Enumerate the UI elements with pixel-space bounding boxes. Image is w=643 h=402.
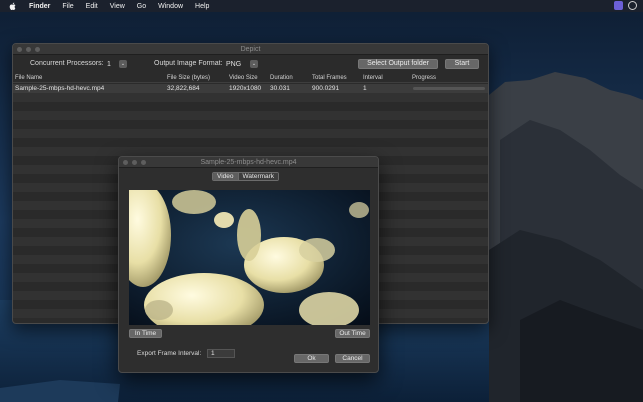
- minimize-window-icon[interactable]: [26, 47, 31, 52]
- out-time-button[interactable]: Out Time: [335, 329, 370, 338]
- column-header[interactable]: Total Frames: [312, 75, 347, 81]
- export-interval-label: Export Frame Interval:: [137, 350, 202, 357]
- column-header[interactable]: Duration: [270, 75, 293, 81]
- column-header[interactable]: Interval: [363, 75, 383, 81]
- close-window-icon[interactable]: [123, 160, 128, 165]
- minimize-window-icon[interactable]: [132, 160, 137, 165]
- table-row[interactable]: Sample-25-mbps-hd-hevc.mp4 32,822,684 19…: [13, 84, 488, 93]
- processors-popup[interactable]: 1 ⌄: [105, 59, 127, 69]
- menu-bar: Finder File Edit View Go Window Help: [0, 0, 643, 12]
- close-window-icon[interactable]: [17, 47, 22, 52]
- format-value: PNG: [226, 60, 242, 68]
- cell-file-name: Sample-25-mbps-hd-hevc.mp4: [15, 85, 105, 92]
- processors-label: Concurrent Processors:: [30, 60, 104, 67]
- column-header[interactable]: File Size (bytes): [167, 75, 210, 81]
- progress-bar: [413, 87, 485, 90]
- zoom-window-icon[interactable]: [35, 47, 40, 52]
- start-button[interactable]: Start: [445, 59, 479, 69]
- window-title: Depict: [240, 46, 261, 53]
- select-output-folder-button[interactable]: Select Output folder: [358, 59, 438, 69]
- menu-window[interactable]: Window: [158, 3, 183, 10]
- ok-button[interactable]: Ok: [294, 354, 329, 363]
- in-time-button[interactable]: In Time: [129, 329, 162, 338]
- sidebar-icon[interactable]: [614, 1, 623, 10]
- cell-total-frames: 900.0291: [312, 85, 340, 92]
- preview-dialog: Sample-25-mbps-hd-hevc.mp4 Video Waterma…: [118, 156, 379, 373]
- processors-value: 1: [107, 60, 111, 68]
- chevron-updown-icon: ⌄: [250, 60, 258, 68]
- apple-icon[interactable]: [9, 2, 17, 11]
- video-preview: [129, 190, 370, 325]
- menu-edit[interactable]: Edit: [86, 3, 98, 10]
- menu-view[interactable]: View: [110, 3, 125, 10]
- zoom-window-icon[interactable]: [141, 160, 146, 165]
- menu-help[interactable]: Help: [195, 3, 209, 10]
- format-popup[interactable]: PNG ⌄: [224, 59, 260, 69]
- export-interval-field[interactable]: 1: [207, 349, 235, 358]
- cell-file-size: 32,822,684: [167, 85, 200, 92]
- cell-duration: 30.031: [270, 85, 290, 92]
- menu-file[interactable]: File: [62, 3, 73, 10]
- cc-icon[interactable]: [628, 1, 637, 10]
- chevron-updown-icon: ⌄: [119, 60, 127, 68]
- format-label: Output Image Format:: [154, 60, 223, 67]
- column-header[interactable]: Progress: [412, 75, 436, 81]
- dialog-titlebar[interactable]: Sample-25-mbps-hd-hevc.mp4: [119, 157, 378, 168]
- tab-control: Video Watermark: [212, 172, 280, 181]
- dialog-title: Sample-25-mbps-hd-hevc.mp4: [200, 159, 297, 166]
- toolbar: Concurrent Processors: 1 ⌄ Output Image …: [13, 55, 488, 74]
- table-header: File Name File Size (bytes) Video Size D…: [13, 74, 488, 83]
- tab-watermark[interactable]: Watermark: [237, 173, 279, 180]
- cancel-button[interactable]: Cancel: [335, 354, 370, 363]
- column-header[interactable]: Video Size: [229, 75, 258, 81]
- main-window-titlebar[interactable]: Depict: [13, 44, 488, 55]
- cell-video-size: 1920x1080: [229, 85, 262, 92]
- column-header[interactable]: File Name: [15, 75, 42, 81]
- cell-interval: 1: [363, 85, 367, 92]
- tab-video[interactable]: Video: [213, 173, 238, 180]
- menu-go[interactable]: Go: [137, 3, 146, 10]
- menu-app-name[interactable]: Finder: [29, 3, 50, 10]
